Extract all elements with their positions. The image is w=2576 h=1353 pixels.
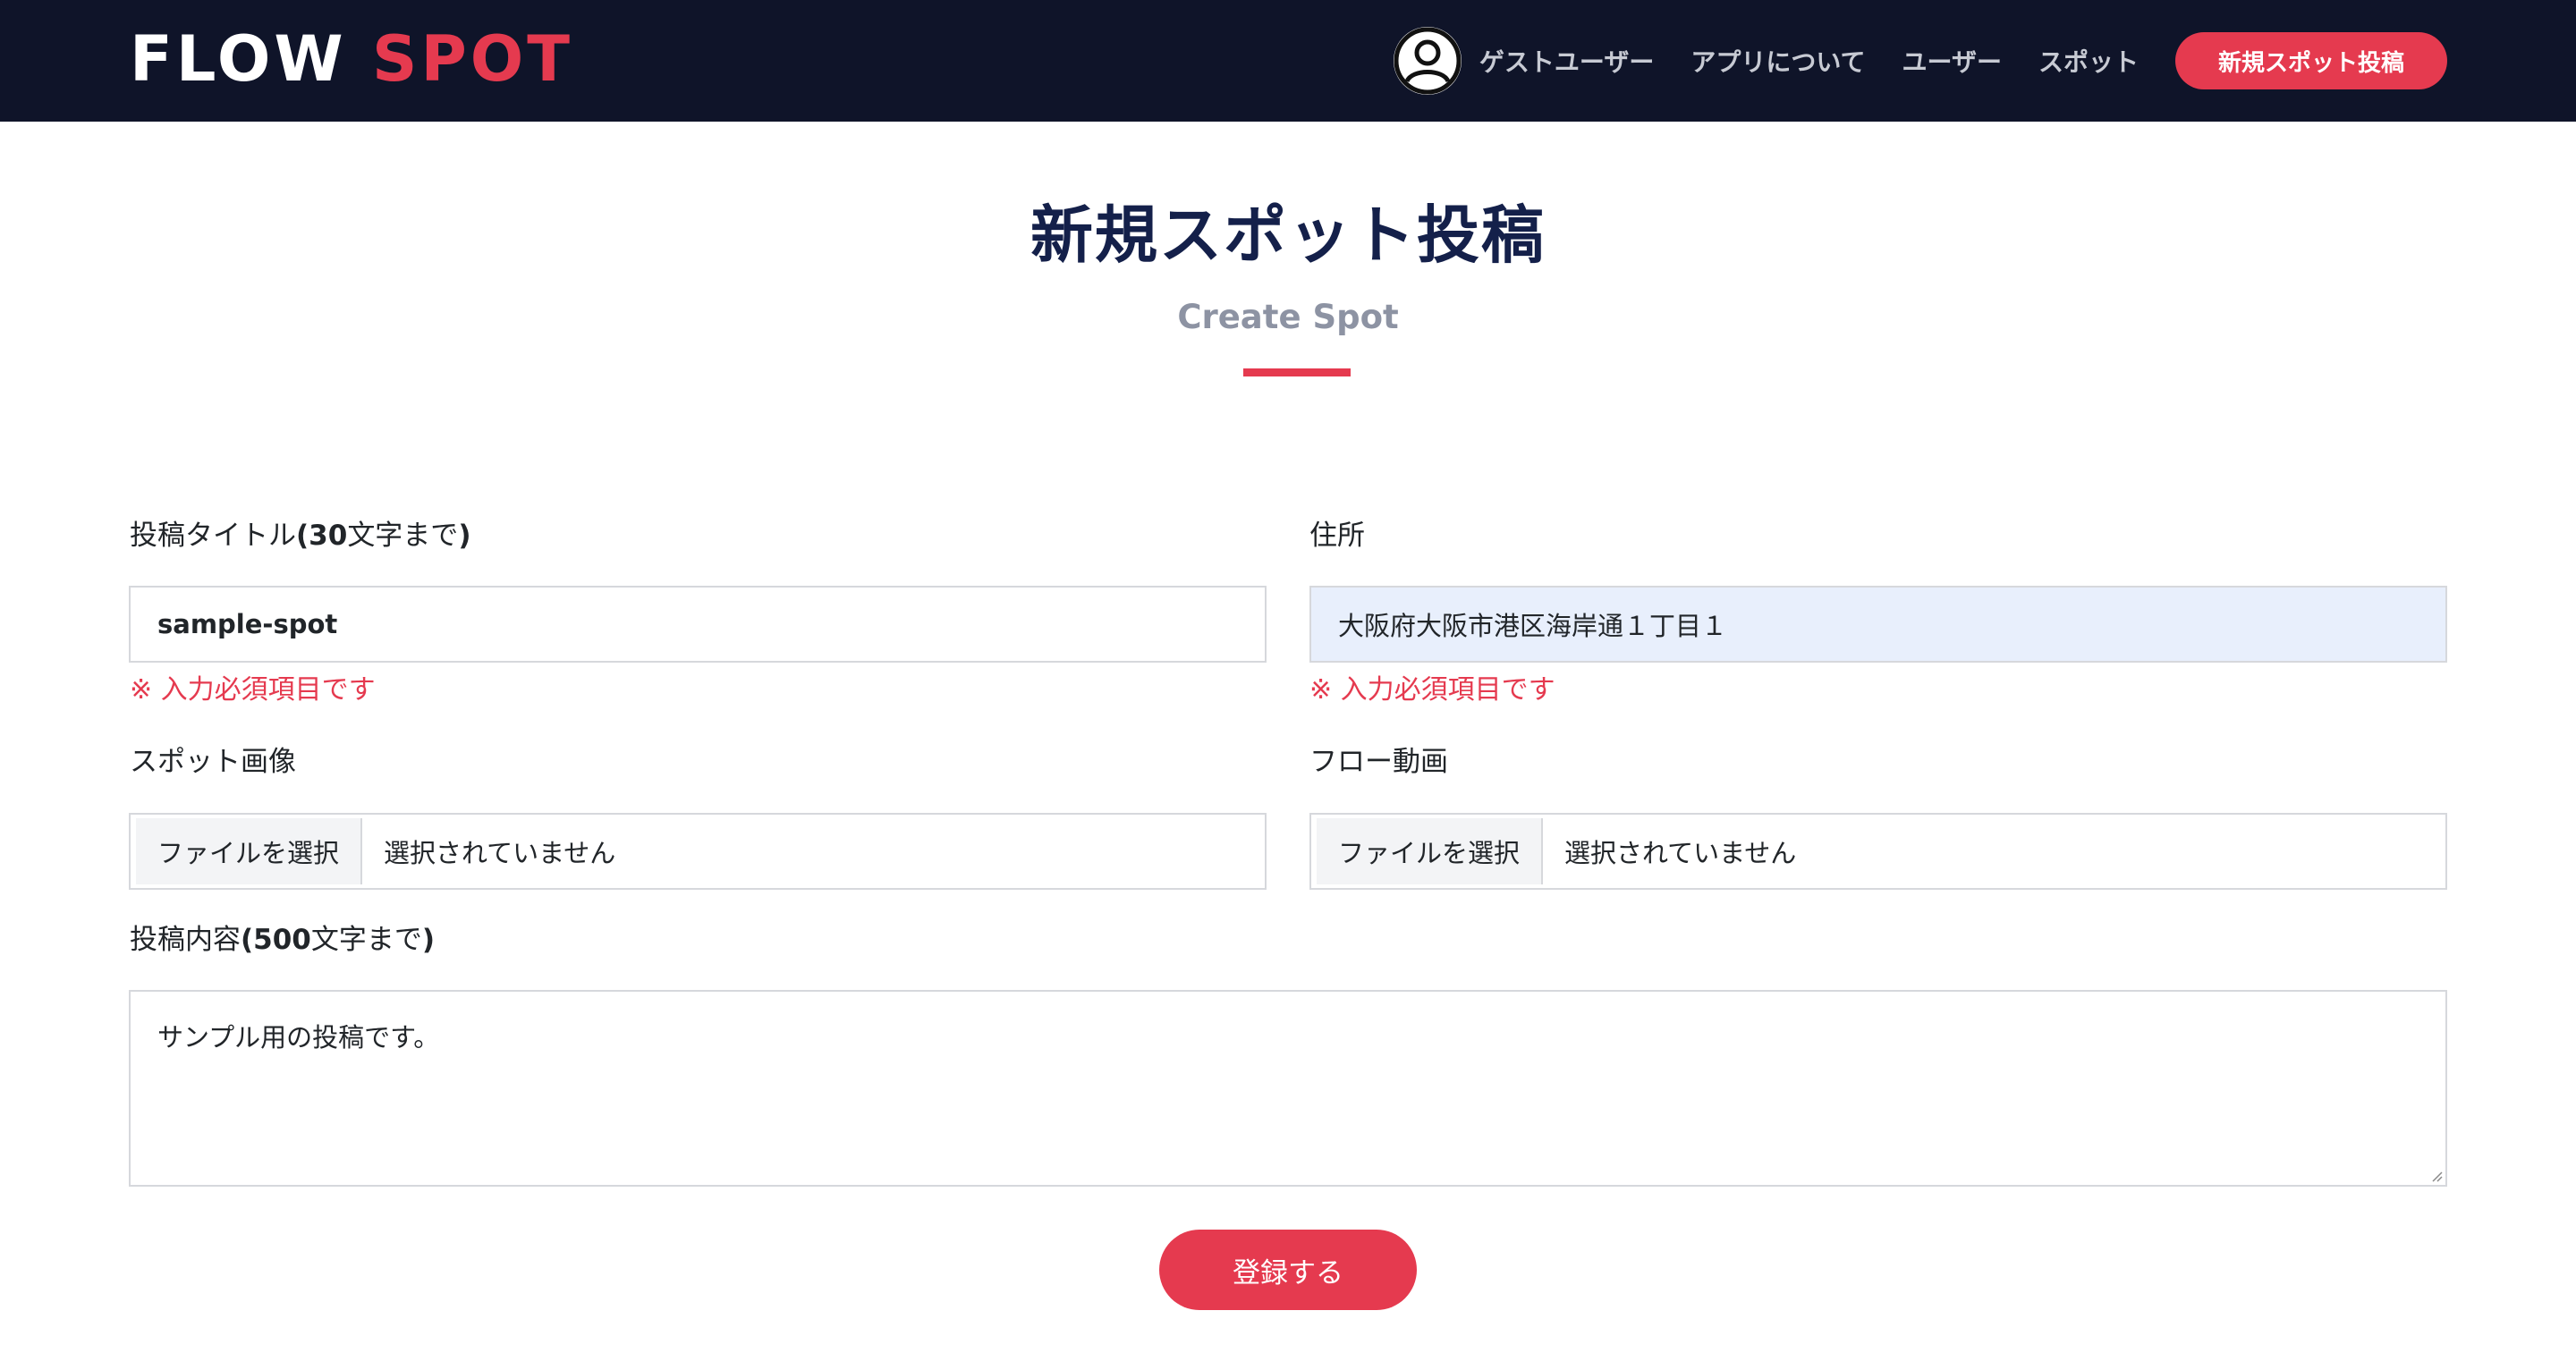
- nav-spots[interactable]: スポット: [2038, 43, 2139, 79]
- title-label-unit: 文字まで: [347, 520, 459, 552]
- address-error: ※ 入力必須項目です: [1309, 674, 1555, 706]
- spot-image-choose-button[interactable]: ファイルを選択: [136, 818, 363, 884]
- flow-video-choose-button[interactable]: ファイルを選択: [1317, 818, 1544, 884]
- content-label-unit: 文字まで: [310, 924, 422, 956]
- spot-image-status: 選択されていません: [384, 838, 616, 868]
- content-label: 投稿内容(500文字まで): [130, 922, 435, 958]
- title-label-text: 投稿タイトル: [130, 520, 296, 552]
- logo-flow: FLOW: [130, 22, 347, 96]
- spot-image-file-input[interactable]: ファイルを選択 選択されていません: [129, 813, 1267, 890]
- flow-video-file-input[interactable]: ファイルを選択 選択されていません: [1309, 813, 2447, 890]
- title-label-limit: (30: [296, 520, 348, 552]
- logo-spot: SPOT: [372, 22, 574, 96]
- title-label-close: ): [458, 520, 471, 552]
- nav-about[interactable]: アプリについて: [1690, 43, 1865, 79]
- page-subtitle: Create Spot: [1177, 298, 1399, 336]
- submit-button[interactable]: 登録する: [1159, 1230, 1417, 1310]
- flow-video-status: 選択されていません: [1564, 838, 1797, 868]
- nav-users[interactable]: ユーザー: [1902, 43, 2002, 79]
- content-label-text: 投稿内容: [130, 924, 241, 956]
- address-label: 住所: [1309, 520, 1365, 552]
- user-avatar-icon[interactable]: [1393, 27, 1462, 95]
- content-label-limit: (500: [241, 924, 311, 956]
- navbar: FLOW SPOT ゲストユーザー アプリについて ユーザー スポット 新規スポ…: [0, 0, 2576, 122]
- title-underline: [1243, 368, 1351, 376]
- spot-image-label: スポット画像: [130, 746, 296, 778]
- logo[interactable]: FLOW SPOT: [130, 23, 573, 95]
- nav-menu: ゲストユーザー アプリについて ユーザー スポット 新規スポット投稿: [1393, 25, 2447, 97]
- nav-user-name[interactable]: ゲストユーザー: [1479, 43, 1654, 79]
- content-text: サンプル用の投稿です。: [157, 1022, 440, 1053]
- page-title: 新規スポット投稿: [1030, 199, 1546, 272]
- address-input[interactable]: 大阪府大阪市港区海岸通１丁目１: [1309, 586, 2447, 663]
- flow-video-label: フロー動画: [1309, 746, 1448, 778]
- content-textarea[interactable]: サンプル用の投稿です。: [129, 990, 2447, 1187]
- new-spot-button[interactable]: 新規スポット投稿: [2175, 32, 2447, 89]
- resize-grip-icon[interactable]: [2430, 1170, 2443, 1182]
- title-error: ※ 入力必須項目です: [130, 674, 376, 706]
- title-label: 投稿タイトル(30文字まで): [130, 518, 470, 554]
- content-label-close: ): [421, 924, 436, 956]
- title-input[interactable]: sample-spot: [129, 586, 1267, 663]
